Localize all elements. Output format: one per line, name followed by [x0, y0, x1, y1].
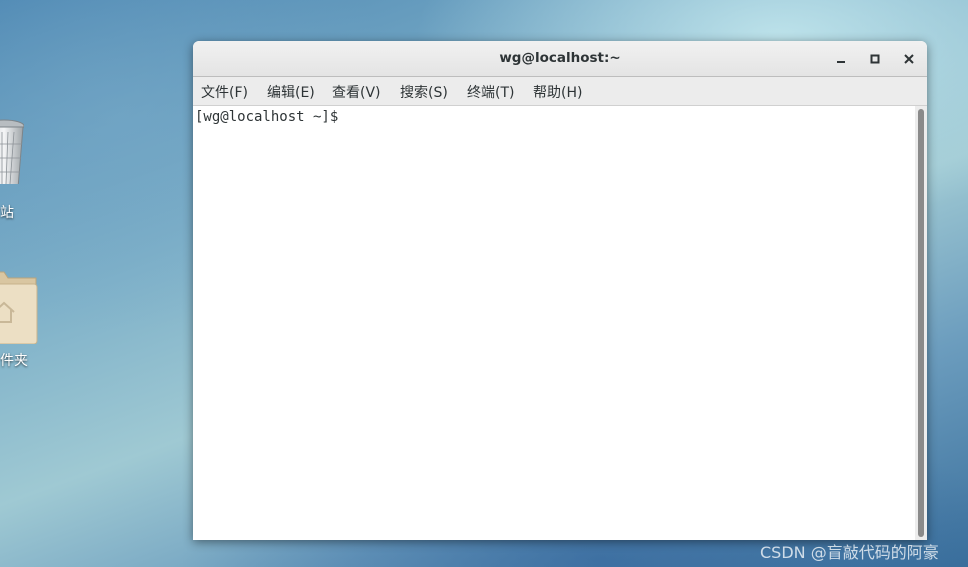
menu-file[interactable]: 文件(F) [201, 82, 248, 102]
window-title: wg@localhost:~ [499, 50, 621, 66]
menu-edit[interactable]: 编辑(E) [267, 82, 315, 102]
menu-bar: 文件(F) 编辑(E) 查看(V) 搜索(S) 终端(T) 帮助(H) [193, 77, 927, 106]
minimize-button[interactable] [830, 48, 852, 70]
maximize-icon [870, 54, 880, 64]
scrollbar[interactable] [915, 106, 927, 540]
menu-view[interactable]: 查看(V) [332, 82, 381, 102]
home-folder-icon [0, 271, 38, 344]
trash-icon [0, 119, 24, 184]
desktop-icon-label: 站 [0, 205, 14, 221]
desktop: 站 件夹 wg@localhost:~ 文件(F) 编辑(E) 查看(V) 搜索… [0, 0, 968, 567]
terminal-window: wg@localhost:~ 文件(F) 编辑(E) 查看(V) 搜索(S) 终… [193, 41, 927, 540]
close-icon [904, 54, 914, 64]
watermark: CSDN @盲敲代码的阿豪 [760, 543, 939, 562]
menu-help[interactable]: 帮助(H) [533, 82, 582, 102]
maximize-button[interactable] [864, 48, 886, 70]
terminal-output[interactable]: [wg@localhost ~]$ [193, 106, 915, 540]
minimize-icon [837, 61, 845, 63]
window-titlebar[interactable]: wg@localhost:~ [193, 41, 927, 77]
desktop-icon-label: 件夹 [0, 353, 28, 369]
menu-search[interactable]: 搜索(S) [400, 82, 448, 102]
shell-prompt: [wg@localhost ~]$ [195, 109, 347, 125]
close-button[interactable] [898, 48, 920, 70]
menu-terminal[interactable]: 终端(T) [467, 82, 514, 102]
scrollbar-thumb[interactable] [918, 109, 924, 537]
